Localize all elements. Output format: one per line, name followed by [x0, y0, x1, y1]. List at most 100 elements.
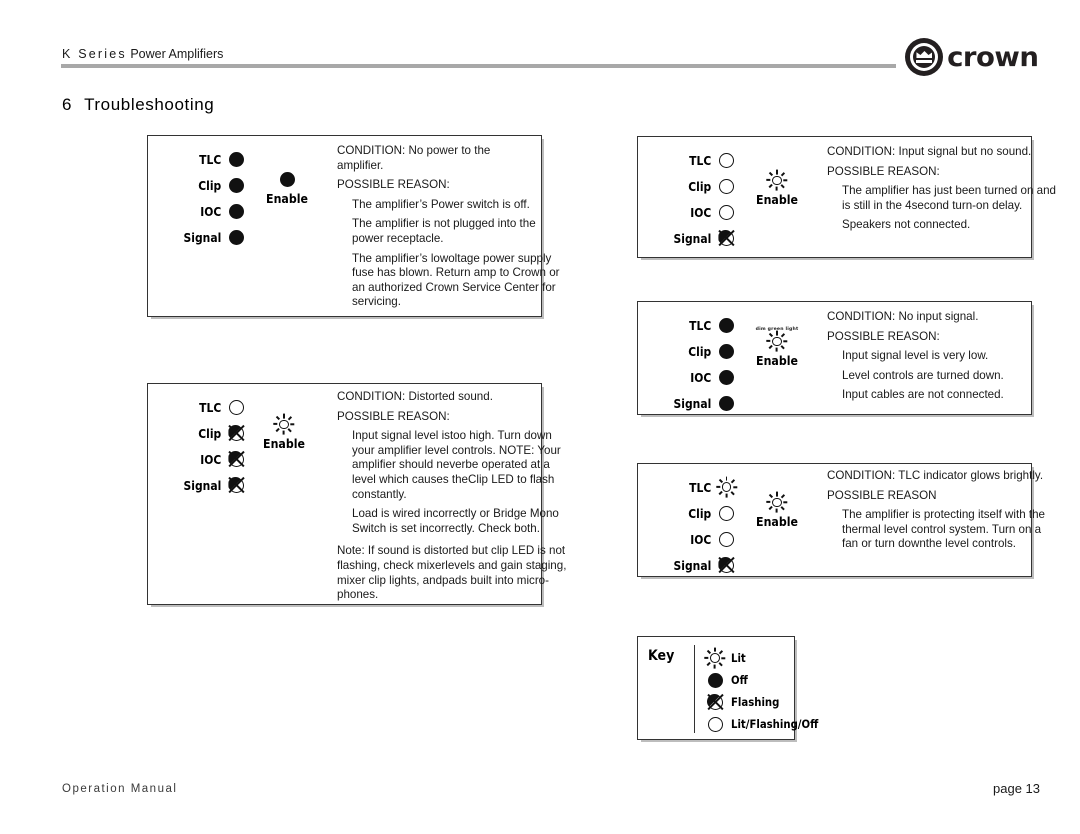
- key-glyph-label: Lit: [731, 651, 746, 665]
- condition-text: CONDITION: TLC indicator glows brightly.: [827, 469, 1044, 482]
- panel-input-signal-no-sound: TLC Clip IOC Signal Enable CONDITION: Input s…: [637, 136, 1056, 258]
- page-title: 6 Troubleshooting: [62, 95, 214, 115]
- led-label-tlc: TLC: [689, 152, 712, 168]
- key-glyph: [704, 672, 726, 688]
- reason-line: The amplifier is protecting itself with …: [842, 508, 1045, 522]
- led-indicator-tlc: [229, 399, 255, 415]
- footer-page-number: page 13: [993, 781, 1040, 796]
- tlc-led-open-icon: [719, 152, 734, 168]
- key-led-off-icon: [707, 672, 723, 688]
- key-led-flashing-icon: [706, 693, 724, 711]
- clip-led-open-icon: [719, 178, 734, 194]
- reason-line: level which causes theClip LED to flash: [352, 472, 555, 486]
- enable-indicator: [737, 331, 817, 352]
- reason-item: Load is wired incorrectly or Bridge Mono…: [337, 507, 569, 536]
- enable-led-lit-icon: [766, 492, 788, 513]
- condition-text: CONDITION: Input signal but no sound.: [827, 145, 1032, 158]
- enable-led-lit-icon: [766, 170, 788, 191]
- crown-wordmark: crown: [947, 41, 1040, 73]
- clip-led-off-icon: [719, 343, 734, 359]
- possible-reason-header: POSSIBLE REASON:: [827, 164, 940, 178]
- led-label-clip: Clip: [688, 178, 712, 194]
- footer-manual-label: Operation Manual: [62, 783, 178, 795]
- crown-logo: crown: [905, 38, 1040, 76]
- ioc-led-off-icon: [229, 203, 244, 219]
- reason-item: Input signal level istoo high. Turn down…: [337, 429, 569, 502]
- key-legend: Key Lit Off Flashing Lit/Flashing/Off: [637, 636, 818, 740]
- led-indicator-ioc: [228, 450, 255, 468]
- enable-indicator-group: Enable: [737, 170, 817, 207]
- led-label-tlc: TLC: [689, 479, 712, 495]
- reason-line: fuse has blown. Return amp to Crown or: [352, 266, 560, 280]
- led-row-signal: Signal: [158, 224, 363, 250]
- led-label-signal: Signal: [183, 477, 222, 493]
- key-led-lit-icon: [704, 647, 726, 669]
- note-line: flashing, check mixerlevels and gain sta…: [337, 558, 567, 572]
- panel-tlc-glows-brightly: TLC Clip IOC Signal Enable CONDITION: TLC ind…: [637, 463, 1045, 577]
- enable-label: Enable: [756, 192, 798, 207]
- key-legend-items: Lit Off Flashing Lit/Flashing/Off: [704, 647, 830, 735]
- reason-line: The amplifier’s Power switch is off.: [352, 197, 530, 211]
- led-indicator-signal: [719, 395, 745, 411]
- signal-led-flashing-icon: [718, 229, 735, 247]
- led-row-signal: Signal: [648, 225, 853, 251]
- ioc-led-flashing-icon: [228, 450, 245, 468]
- enable-indicator-group: Enable: [737, 492, 817, 529]
- enable-indicator: [737, 170, 817, 191]
- reason-item: The amplifier’s lowoltage power supply fu…: [337, 252, 569, 310]
- led-label-ioc: IOC: [690, 369, 712, 385]
- key-legend-row: Off: [704, 669, 830, 691]
- reason-line: Input signal level is very low.: [842, 349, 989, 363]
- header-divider: [61, 64, 896, 68]
- key-divider: [694, 645, 696, 733]
- signal-led-flashing-icon: [228, 476, 245, 494]
- panel-distorted-sound: TLC Clip IOC Signal Enable CONDITION: Distort…: [147, 383, 566, 605]
- led-indicator-signal: [229, 229, 255, 245]
- page-header: K Series Power Amplifiers crown: [0, 0, 1080, 90]
- led-row-ioc: IOC: [648, 526, 853, 552]
- panel-text: CONDITION: No power to the amplifier. POSS…: [337, 144, 569, 310]
- key-legend-title: Key: [648, 648, 675, 664]
- panel-no-input-signal: TLC Clip IOC Signal dim green light Enable CON…: [637, 301, 1032, 415]
- note-line: Note: If sound is distorted but clip LED…: [337, 544, 566, 558]
- condition-text-line2: amplifier.: [337, 158, 384, 172]
- signal-led-off-icon: [229, 229, 244, 245]
- led-label-clip: Clip: [688, 343, 712, 359]
- led-label-clip: Clip: [688, 505, 712, 521]
- reason-line: Input cables are not connected.: [842, 388, 1004, 402]
- reason-line: Load is wired incorrectly or Bridge Mono: [352, 507, 559, 521]
- signal-led-flashing-icon: [718, 556, 735, 574]
- reason-line: The amplifier’s lowoltage power supply: [352, 251, 552, 265]
- key-glyph-label: Lit/Flashing/Off: [731, 717, 819, 731]
- reason-line: Input signal level istoo high. Turn down: [352, 429, 552, 443]
- enable-indicator-group: Enable: [244, 414, 324, 451]
- led-label-signal: Signal: [673, 395, 712, 411]
- led-label-ioc: IOC: [200, 451, 222, 467]
- led-label-ioc: IOC: [200, 203, 222, 219]
- led-row-tlc: TLC: [158, 146, 363, 172]
- reason-item: Speakers not connected.: [827, 218, 1062, 233]
- enable-label: Enable: [266, 191, 308, 206]
- section-title-text: Troubleshooting: [84, 95, 215, 114]
- led-label-signal: Signal: [183, 229, 222, 245]
- reason-line: Switch is set incorrectly. Check both.: [352, 521, 540, 535]
- led-row-signal: Signal: [648, 390, 853, 416]
- led-label-tlc: TLC: [689, 317, 712, 333]
- possible-reason-header: POSSIBLE REASON:: [827, 329, 940, 343]
- signal-led-off-icon: [719, 395, 734, 411]
- condition-text: CONDITION: Distorted sound.: [337, 390, 493, 403]
- reason-item: The amplifier’s Power switch is off.: [337, 198, 569, 213]
- enable-led-off-icon: [279, 172, 295, 187]
- panel-text: CONDITION: TLC indicator glows brightly.…: [827, 469, 1062, 552]
- enable-indicator: [737, 492, 817, 513]
- led-label-clip: Clip: [198, 425, 222, 441]
- reason-line: The amplifier is not plugged into the: [352, 217, 536, 231]
- enable-indicator-group: dim green light Enable: [737, 327, 817, 368]
- tlc-led-off-icon: [229, 151, 244, 167]
- enable-label: Enable: [263, 436, 305, 451]
- led-indicator-signal: [718, 229, 745, 247]
- ioc-led-off-icon: [719, 369, 734, 385]
- led-label-clip: Clip: [198, 177, 222, 193]
- enable-indicator: [244, 414, 324, 435]
- key-legend-row: Lit/Flashing/Off: [704, 713, 830, 735]
